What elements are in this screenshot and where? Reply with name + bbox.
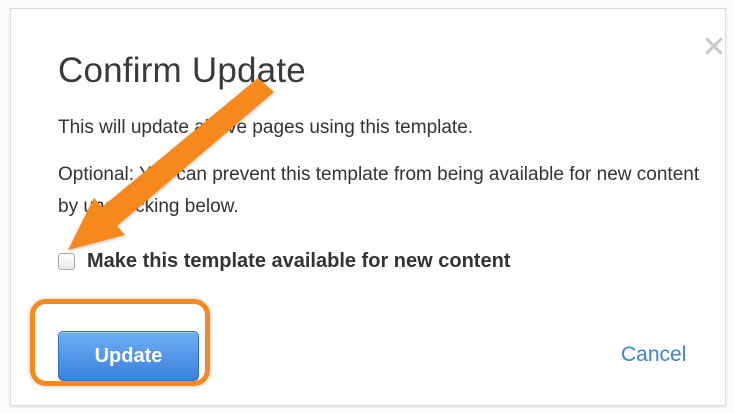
availability-checkbox[interactable] <box>58 253 75 270</box>
screenshot-stage: ✕ Confirm Update This will update all li… <box>0 0 734 413</box>
optional-instruction-text: Optional: You can prevent this template … <box>58 164 700 217</box>
cancel-link[interactable]: Cancel <box>621 343 686 367</box>
update-warning-text: This will update all live pages using th… <box>58 117 474 138</box>
availability-checkbox-row[interactable]: Make this template available for new con… <box>58 250 510 273</box>
close-icon[interactable]: ✕ <box>699 33 729 63</box>
dialog-title: Confirm Update <box>58 51 306 90</box>
availability-checkbox-label: Make this template available for new con… <box>87 250 511 272</box>
confirm-update-dialog: ✕ Confirm Update This will update all li… <box>10 8 729 406</box>
update-button[interactable]: Update <box>58 331 199 381</box>
